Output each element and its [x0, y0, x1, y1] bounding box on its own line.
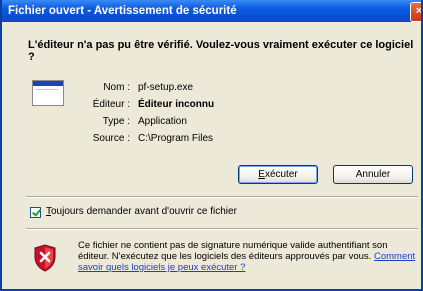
always-ask-checkbox[interactable] — [30, 207, 41, 218]
always-ask-label[interactable]: Toujours demander avant d'ouvrir ce fich… — [46, 206, 237, 218]
warning-message: Ce fichier ne contient pas de signature … — [78, 240, 418, 273]
security-question: L'éditeur n'a pas pu être vérifié. Voule… — [28, 39, 414, 63]
execute-label: xécuter — [264, 169, 298, 180]
detail-row-publisher: Éditeur : Éditeur inconnu — [2, 99, 421, 111]
warning-text: Ce fichier ne contient pas de signature … — [78, 240, 388, 262]
detail-label: Source : — [92, 133, 130, 144]
shield-warning-icon — [34, 244, 56, 272]
execute-button[interactable]: Exécuter — [238, 165, 318, 184]
cancel-button[interactable]: Annuler — [333, 165, 413, 184]
detail-value: Éditeur inconnu — [138, 99, 215, 110]
divider — [26, 228, 418, 230]
detail-row-type: Type : Application — [2, 116, 421, 128]
detail-row-source: Source : C:\Program Files — [2, 133, 421, 145]
execute-accelerator: E — [258, 169, 265, 180]
detail-value: pf-setup.exe — [138, 82, 194, 93]
window-title: Fichier ouvert - Avertissement de sécuri… — [8, 5, 237, 17]
detail-value: C:\Program Files — [138, 133, 214, 144]
detail-row-name: Nom : pf-setup.exe — [2, 82, 421, 94]
always-ask-text: oujours demander avant d'ouvrir ce fichi… — [51, 206, 237, 217]
detail-label: Type : — [102, 116, 130, 127]
detail-label: Éditeur : — [92, 99, 130, 110]
detail-label: Nom : — [103, 82, 130, 93]
title-bar[interactable]: Fichier ouvert - Avertissement de sécuri… — [2, 0, 421, 22]
divider — [26, 196, 418, 198]
security-warning-dialog: Fichier ouvert - Avertissement de sécuri… — [0, 0, 423, 291]
detail-value: Application — [138, 116, 187, 127]
close-icon[interactable]: × — [410, 2, 421, 22]
